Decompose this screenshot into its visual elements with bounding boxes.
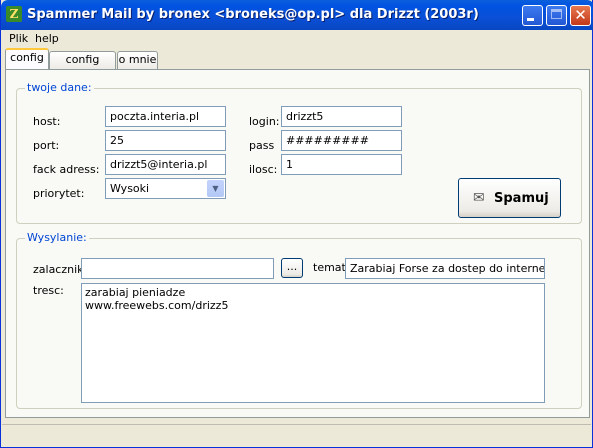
- priorytet-label: priorytet:: [33, 187, 85, 200]
- chevron-down-icon[interactable]: ▼: [207, 180, 224, 197]
- fack-adress-input[interactable]: drizzt5@interia.pl: [105, 154, 226, 175]
- maximize-button[interactable]: [546, 5, 567, 26]
- pass-label: pass: [249, 139, 275, 152]
- app-window: Z Spammer Mail by bronex <broneks@op.pl>…: [0, 0, 593, 448]
- host-label: host:: [33, 115, 61, 128]
- menu-help[interactable]: help: [35, 32, 59, 45]
- close-icon: ✕: [574, 6, 587, 24]
- host-input[interactable]: poczta.interia.pl: [105, 106, 226, 127]
- twoje-dane-group: twoje dane: host: poczta.interia.pl port…: [16, 81, 582, 224]
- temat-input[interactable]: Zarabiaj Forse za dostep do internetu !!…: [345, 258, 545, 279]
- port-input[interactable]: 25: [105, 130, 226, 151]
- browse-button[interactable]: ...: [281, 258, 303, 278]
- fack-adress-label: fack adress:: [33, 163, 100, 176]
- tab-o-mnie[interactable]: o mnie: [117, 51, 158, 69]
- temat-label: temat: [313, 261, 346, 274]
- twoje-dane-title: twoje dane:: [25, 81, 94, 94]
- app-icon[interactable]: Z: [6, 6, 22, 22]
- config-panel: twoje dane: host: poczta.interia.pl port…: [5, 69, 590, 418]
- pass-input[interactable]: #########: [281, 130, 402, 151]
- ilosc-input[interactable]: 1: [281, 154, 402, 175]
- tresc-label: tresc:: [33, 284, 64, 297]
- tresc-line: zarabiaj pieniadze: [85, 286, 186, 299]
- minimize-button[interactable]: [522, 5, 543, 26]
- menu-plik[interactable]: Plik: [9, 32, 28, 45]
- title-bar[interactable]: Z Spammer Mail by bronex <broneks@op.pl>…: [1, 0, 593, 30]
- tresc-textarea[interactable]: zarabiaj pieniadze www.freewebs.com/driz…: [81, 283, 545, 403]
- window-title: Spammer Mail by bronex <broneks@op.pl> d…: [27, 7, 479, 22]
- priorytet-value: Wysoki: [110, 182, 150, 195]
- priorytet-select[interactable]: Wysoki ▼: [105, 178, 226, 199]
- close-button[interactable]: ✕: [570, 5, 591, 26]
- zalacznik-input[interactable]: [81, 258, 274, 279]
- tab-config[interactable]: config: [5, 48, 49, 69]
- status-bar: [2, 424, 591, 447]
- login-input[interactable]: drizzt5: [281, 106, 402, 127]
- maximize-icon: [551, 9, 562, 19]
- spamuj-label: Spamuj: [494, 191, 549, 206]
- ilosc-label: ilosc:: [249, 163, 278, 176]
- login-label: login:: [249, 115, 280, 128]
- tab-config-spam[interactable]: config spam: [49, 51, 116, 82]
- mail-send-icon: ✉: [473, 190, 485, 206]
- menu-bar: Plik help: [2, 30, 592, 47]
- port-label: port:: [33, 139, 60, 152]
- spamuj-button[interactable]: ✉ Spamuj: [458, 178, 561, 218]
- minimize-icon: [527, 18, 534, 21]
- wysylanie-title: Wysylanie:: [25, 231, 89, 244]
- zalacznik-label: zalacznik: [33, 263, 84, 276]
- wysylanie-group: Wysylanie: zalacznik ... temat Zarabiaj …: [16, 231, 582, 409]
- tresc-line: www.freewebs.com/drizz5: [85, 299, 229, 312]
